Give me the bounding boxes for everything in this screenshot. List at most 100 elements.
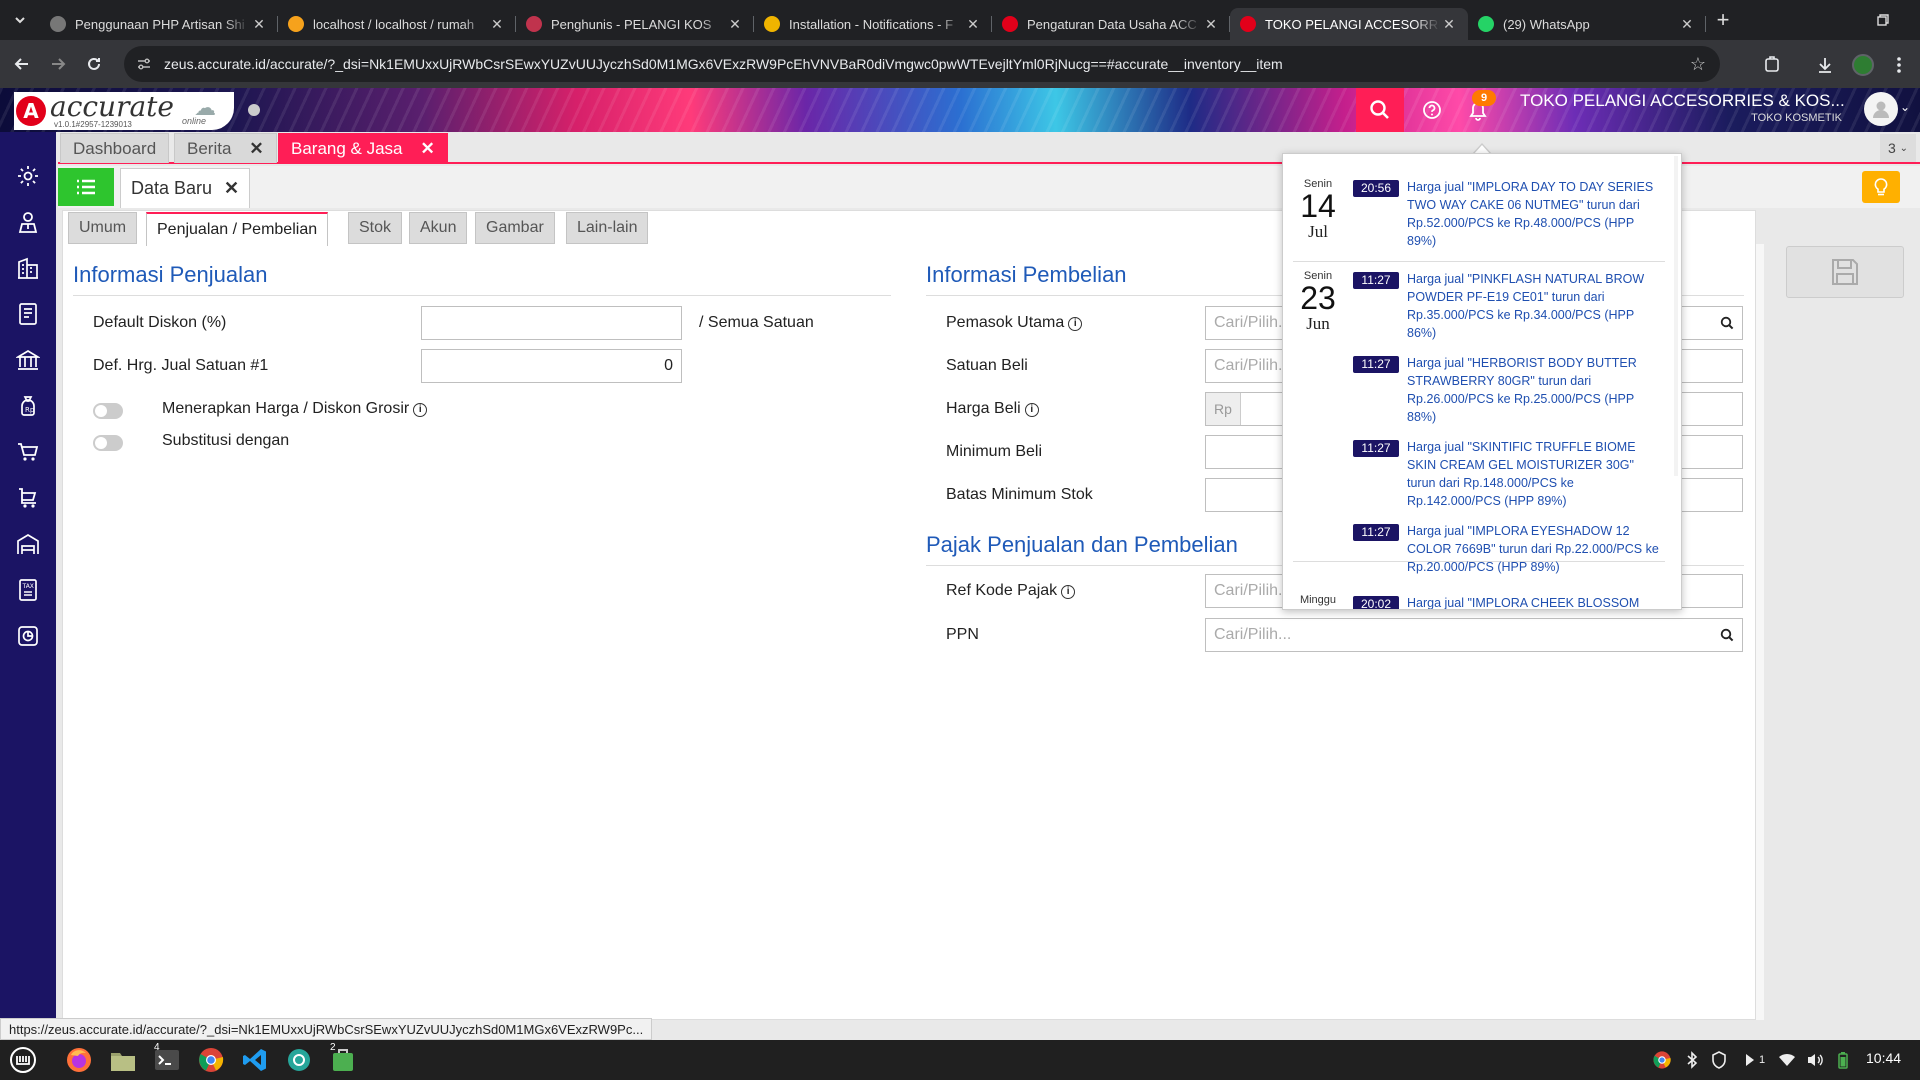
wholesale-price-toggle[interactable]: [93, 403, 123, 419]
close-tab-icon[interactable]: ✕: [1678, 16, 1696, 33]
info-icon[interactable]: i: [413, 403, 428, 417]
chevron-down-icon[interactable]: ⌄: [1900, 100, 1910, 114]
update-notifier-icon[interactable]: 1: [1740, 1050, 1768, 1070]
form-scrollbar[interactable]: [1756, 244, 1764, 1020]
tab-gambar[interactable]: Gambar: [475, 212, 555, 244]
section-heading-tax: Pajak Penjualan dan Pembelian: [926, 532, 1238, 557]
search-icon[interactable]: [1720, 628, 1734, 642]
purchase-cart-icon[interactable]: [14, 484, 42, 512]
forward-icon[interactable]: [43, 49, 73, 79]
notification-scrollbar[interactable]: [1674, 156, 1678, 476]
browser-menu-icon[interactable]: [1884, 50, 1914, 80]
company-building-icon[interactable]: [14, 254, 42, 282]
back-icon[interactable]: [7, 49, 37, 79]
open-tabs-count[interactable]: 3 ⌄: [1880, 134, 1916, 162]
section-heading-sales: Informasi Penjualan: [73, 262, 268, 287]
tab-stok[interactable]: Stok: [348, 212, 403, 244]
browser-tab[interactable]: localhost / localhost / rumah ✕: [278, 8, 516, 40]
download-icon[interactable]: [1810, 50, 1840, 80]
vscode-icon[interactable]: [238, 1044, 272, 1076]
address-bar[interactable]: zeus.accurate.id/accurate/?_dsi=Nk1EMUxx…: [124, 46, 1720, 82]
tax-document-icon[interactable]: TAX: [14, 576, 42, 604]
info-icon[interactable]: i: [1024, 403, 1039, 417]
tips-lightbulb-button[interactable]: [1862, 171, 1900, 203]
save-button[interactable]: [1786, 246, 1904, 298]
close-tab-icon[interactable]: ✕: [250, 16, 268, 33]
new-tab-button[interactable]: +: [1706, 3, 1740, 37]
tab-barang-jasa[interactable]: Barang & Jasa ✕: [278, 133, 448, 163]
menu-start-icon[interactable]: [6, 1044, 40, 1076]
sub-tab-label: Umum: [79, 219, 127, 236]
bank-icon[interactable]: [14, 346, 42, 374]
settings-gear-icon[interactable]: [14, 162, 42, 190]
close-tab-icon[interactable]: ✕: [1440, 16, 1458, 33]
tab-penjualan-pembelian[interactable]: Penjualan / Pembelian: [146, 212, 329, 246]
chrome-icon[interactable]: [194, 1044, 228, 1076]
tab-lain-lain[interactable]: Lain-lain: [566, 212, 649, 244]
browser-tab[interactable]: Pengaturan Data Usaha ACC ✕: [992, 8, 1230, 40]
close-tab-icon[interactable]: ✕: [726, 16, 744, 33]
notification-text[interactable]: Harga jual "SKINTIFIC TRUFFLE BIOME SKIN…: [1407, 438, 1663, 510]
user-avatar[interactable]: [1864, 92, 1898, 126]
chrome-tray-icon[interactable]: [1650, 1050, 1674, 1070]
close-tab-icon[interactable]: ✕: [1202, 16, 1220, 33]
reports-chart-icon[interactable]: [14, 622, 42, 650]
help-icon[interactable]: [1418, 96, 1446, 124]
browser-tab[interactable]: Penghunis - PELANGI KOS ✕: [516, 8, 754, 40]
notification-text[interactable]: Harga jual "IMPLORA EYESHADOW 12 COLOR 7…: [1407, 522, 1663, 576]
wifi-icon[interactable]: [1776, 1050, 1798, 1070]
browser-tab[interactable]: (29) WhatsApp ✕: [1468, 8, 1706, 40]
browser-tab[interactable]: Installation - Notifications - F ✕: [754, 8, 992, 40]
notification-group: Senin 23 Jun 11:27 Harga jual "PINKFLASH…: [1293, 262, 1665, 574]
sales-cart-icon[interactable]: [14, 438, 42, 466]
ledger-book-icon[interactable]: [14, 300, 42, 328]
browser-tab-title: Penggunaan PHP Artisan Shi: [75, 16, 245, 32]
site-settings-icon[interactable]: [136, 56, 152, 72]
bookmark-star-icon[interactable]: ☆: [1690, 54, 1706, 75]
tab-berita[interactable]: Berita ✕: [174, 133, 277, 163]
close-icon[interactable]: ✕: [421, 139, 435, 159]
battery-icon[interactable]: [1832, 1050, 1854, 1070]
info-icon[interactable]: i: [1068, 317, 1083, 331]
bluetooth-icon[interactable]: [1682, 1050, 1702, 1070]
default-discount-input[interactable]: [421, 306, 682, 340]
tab-dashboard[interactable]: Dashboard: [60, 133, 170, 163]
profile-avatar-icon[interactable]: [1848, 50, 1878, 80]
status-dot-icon: [248, 104, 260, 116]
extensions-icon[interactable]: [1757, 50, 1787, 80]
close-icon[interactable]: ✕: [249, 139, 263, 159]
user-tie-icon[interactable]: [14, 208, 42, 236]
browser-tab[interactable]: TOKO PELANGI ACCESORRIE ✕: [1230, 8, 1468, 40]
company-info[interactable]: TOKO PELANGI ACCESORRIES & KOS... TOKO K…: [1520, 91, 1845, 124]
file-manager-icon[interactable]: [106, 1044, 140, 1076]
close-icon[interactable]: ✕: [224, 178, 239, 199]
info-icon[interactable]: i: [1061, 585, 1076, 599]
tab-data-baru[interactable]: Data Baru ✕: [120, 168, 251, 208]
notification-text[interactable]: Harga jual "HERBORIST BODY BUTTER STRAWB…: [1407, 354, 1663, 426]
tab-umum[interactable]: Umum: [68, 212, 138, 244]
search-icon[interactable]: [1720, 316, 1734, 330]
volume-icon[interactable]: [1804, 1050, 1826, 1070]
default-price-input[interactable]: 0: [421, 349, 682, 383]
tab-search-icon[interactable]: [0, 0, 40, 40]
close-tab-icon[interactable]: ✕: [964, 16, 982, 33]
shield-icon[interactable]: [1708, 1050, 1730, 1070]
restore-window-icon[interactable]: [1870, 8, 1896, 32]
inventory-warehouse-icon[interactable]: [14, 530, 42, 558]
notification-text[interactable]: Harga jual "IMPLORA DAY TO DAY SERIES TW…: [1407, 178, 1663, 250]
money-bag-icon[interactable]: Rp: [14, 392, 42, 420]
screenshot-app-icon[interactable]: [282, 1044, 316, 1076]
firefox-icon[interactable]: [62, 1044, 96, 1076]
close-tab-icon[interactable]: ✕: [488, 16, 506, 33]
global-search-button[interactable]: [1356, 88, 1404, 132]
tab-akun[interactable]: Akun: [409, 212, 468, 244]
substitute-toggle[interactable]: [93, 435, 123, 451]
url-text: zeus.accurate.id/accurate/?_dsi=Nk1EMUxx…: [164, 56, 1283, 72]
notification-text[interactable]: Harga jual "IMPLORA CHEEK BLOSSOM: [1407, 594, 1663, 609]
reload-icon[interactable]: [79, 49, 109, 79]
list-view-button[interactable]: [58, 168, 114, 206]
accurate-logo[interactable]: A accurate v1.0.1#2957-1239013 ☁ online: [14, 92, 234, 130]
notification-text[interactable]: Harga jual "PINKFLASH NATURAL BROW POWDE…: [1407, 270, 1663, 342]
ppn-input[interactable]: Cari/Pilih...: [1205, 618, 1743, 652]
browser-tab[interactable]: Penggunaan PHP Artisan Shi ✕: [40, 8, 278, 40]
